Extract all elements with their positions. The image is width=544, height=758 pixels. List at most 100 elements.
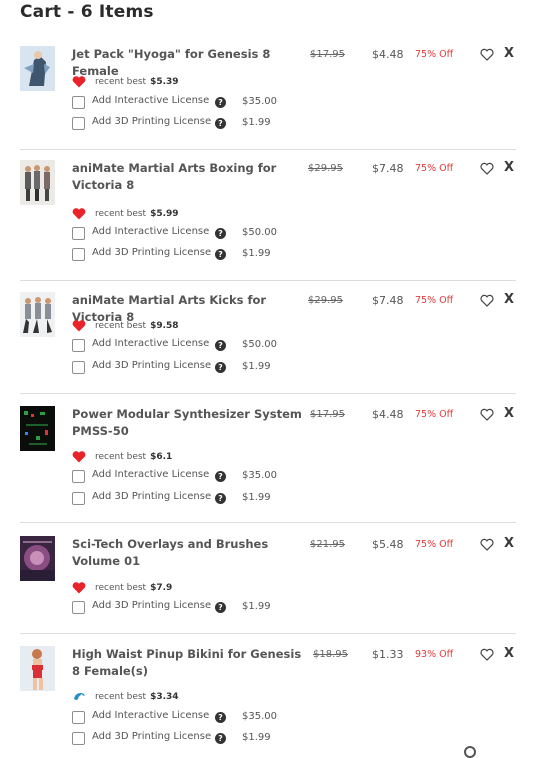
- help-icon[interactable]: ?: [215, 471, 226, 482]
- license-label: Add Interactive License: [92, 338, 210, 349]
- license-price: $50.00: [242, 339, 277, 350]
- help-icon[interactable]: ?: [215, 362, 226, 373]
- help-icon[interactable]: ?: [215, 97, 226, 108]
- help-icon[interactable]: ?: [215, 493, 226, 504]
- discount-label: 75% Off: [415, 49, 454, 60]
- sale-price: $1.33: [372, 648, 404, 661]
- remove-item-button[interactable]: X: [504, 291, 514, 308]
- license-checkbox[interactable]: [72, 492, 85, 505]
- license-price: $1.99: [242, 492, 271, 503]
- remove-item-button[interactable]: X: [504, 405, 514, 422]
- remove-item-button[interactable]: X: [504, 645, 514, 662]
- license-checkbox[interactable]: [72, 361, 85, 374]
- wishlist-heart-icon[interactable]: [480, 407, 494, 421]
- heart-icon: [72, 451, 86, 463]
- sale-price: $5.48: [372, 538, 404, 551]
- sale-price: $4.48: [372, 48, 404, 61]
- license-checkbox[interactable]: [72, 96, 85, 109]
- help-icon[interactable]: ?: [215, 340, 226, 351]
- product-thumbnail[interactable]: [20, 406, 55, 451]
- license-checkbox[interactable]: [72, 248, 85, 261]
- license-price: $1.99: [242, 248, 271, 259]
- original-price: $17.95: [310, 409, 345, 420]
- item-divider: [20, 149, 516, 150]
- license-price: $1.99: [242, 732, 271, 743]
- wishlist-heart-icon[interactable]: [480, 647, 494, 661]
- license-price: $1.99: [242, 361, 271, 372]
- recent-best-row: recent best $6.1: [72, 451, 172, 463]
- cart-title: Cart - 6 Items: [20, 2, 154, 22]
- license-checkbox[interactable]: [72, 470, 85, 483]
- heart-icon: [72, 208, 86, 220]
- item-divider: [20, 280, 516, 281]
- heart-icon: [72, 320, 86, 332]
- license-label: Add Interactive License: [92, 95, 210, 106]
- license-checkbox[interactable]: [72, 601, 85, 614]
- recent-best-row: recent best $3.34: [72, 691, 179, 703]
- help-icon[interactable]: ?: [215, 602, 226, 613]
- sale-price: $4.48: [372, 408, 404, 421]
- license-checkbox[interactable]: [72, 339, 85, 352]
- product-thumbnail[interactable]: [20, 536, 55, 581]
- license-price: $50.00: [242, 227, 277, 238]
- help-icon[interactable]: ?: [215, 733, 226, 744]
- discount-label: 75% Off: [415, 539, 454, 550]
- help-icon[interactable]: ?: [215, 118, 226, 129]
- license-checkbox[interactable]: [72, 227, 85, 240]
- remove-item-button[interactable]: X: [504, 535, 514, 552]
- discount-label: 75% Off: [415, 409, 454, 420]
- product-name[interactable]: aniMate Martial Arts Boxing for Victoria…: [72, 160, 310, 194]
- product-thumbnail[interactable]: [20, 46, 55, 91]
- recent-best-price: $9.58: [150, 321, 179, 331]
- remove-item-button[interactable]: X: [504, 159, 514, 176]
- product-thumbnail[interactable]: [20, 292, 55, 337]
- wishlist-heart-icon[interactable]: [480, 293, 494, 307]
- license-price: $1.99: [242, 601, 271, 612]
- recent-best-price: $6.1: [150, 452, 173, 462]
- help-icon[interactable]: ?: [215, 712, 226, 723]
- original-price: $21.95: [310, 539, 345, 550]
- license-checkbox[interactable]: [72, 117, 85, 130]
- discount-label: 75% Off: [415, 295, 454, 306]
- help-icon[interactable]: ?: [215, 249, 226, 260]
- license-label: Add Interactive License: [92, 469, 210, 480]
- product-name[interactable]: Power Modular Synthesizer System PMSS-50: [72, 406, 310, 440]
- recent-best-row: recent best $9.58: [72, 320, 179, 332]
- product-thumbnail[interactable]: [20, 160, 55, 205]
- license-label: Add 3D Printing License: [92, 116, 212, 127]
- remove-item-button[interactable]: X: [504, 45, 514, 62]
- recent-best-row: recent best $5.99: [72, 208, 179, 220]
- recent-best-price: $7.9: [150, 583, 173, 593]
- product-name[interactable]: Sci-Tech Overlays and Brushes Volume 01: [72, 536, 310, 570]
- original-price: $29.95: [308, 295, 343, 306]
- recent-best-label: recent best: [95, 583, 147, 593]
- license-label: Add Interactive License: [92, 710, 210, 721]
- wishlist-heart-icon[interactable]: [480, 537, 494, 551]
- item-divider: [20, 633, 516, 634]
- license-price: $35.00: [242, 711, 277, 722]
- license-label: Add 3D Printing License: [92, 360, 212, 371]
- product-thumbnail[interactable]: [20, 646, 55, 691]
- wishlist-heart-icon[interactable]: [480, 161, 494, 175]
- license-label: Add 3D Printing License: [92, 600, 212, 611]
- discount-label: 93% Off: [415, 649, 454, 660]
- help-icon[interactable]: ?: [215, 228, 226, 239]
- recent-best-label: recent best: [95, 77, 147, 87]
- wishlist-heart-icon[interactable]: [480, 47, 494, 61]
- recent-best-row: recent best $5.39: [72, 76, 179, 88]
- product-name[interactable]: Jet Pack "Hyoga" for Genesis 8 Female: [72, 46, 310, 80]
- product-name[interactable]: High Waist Pinup Bikini for Genesis 8 Fe…: [72, 646, 310, 680]
- recent-best-price: $5.39: [150, 77, 179, 87]
- license-label: Add 3D Printing License: [92, 247, 212, 258]
- recent-best-label: recent best: [95, 209, 147, 219]
- license-price: $35.00: [242, 470, 277, 481]
- recent-best-price: $5.99: [150, 209, 179, 219]
- sale-price: $7.48: [372, 162, 404, 175]
- license-label: Add Interactive License: [92, 226, 210, 237]
- partial-help-icon[interactable]: [464, 746, 476, 758]
- license-checkbox[interactable]: [72, 711, 85, 724]
- recent-best-row: recent best $7.9: [72, 582, 172, 594]
- license-checkbox[interactable]: [72, 732, 85, 745]
- heart-icon: [72, 582, 86, 594]
- discount-label: 75% Off: [415, 163, 454, 174]
